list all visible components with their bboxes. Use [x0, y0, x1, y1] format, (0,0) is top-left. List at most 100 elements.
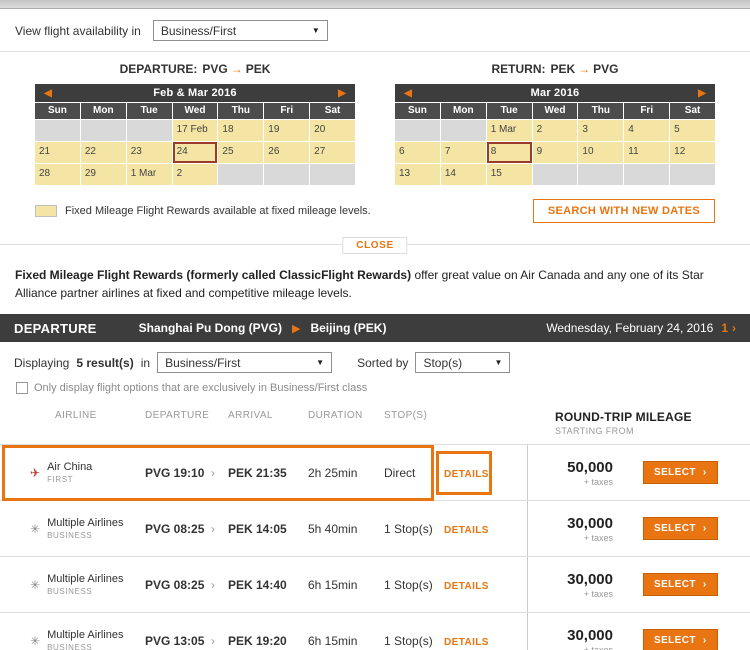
calendar-day-cell[interactable]: 3 — [578, 120, 623, 141]
route-arrow-icon: ▶ — [292, 322, 300, 335]
header-arrival: ARRIVAL — [228, 410, 308, 421]
select-button[interactable]: SELECT› — [643, 517, 718, 540]
airline-name: Multiple Airlines — [47, 517, 123, 529]
search-with-new-dates-button[interactable]: SEARCH WITH NEW DATES — [533, 199, 715, 223]
page-top-border — [0, 0, 750, 9]
select-button[interactable]: SELECT› — [643, 573, 718, 596]
header-mileage: ROUND-TRIP MILEAGE STARTING FROM — [527, 410, 692, 436]
departure-time: PVG 19:10 — [145, 466, 211, 480]
calendar-day-of-week: Thu — [218, 103, 263, 119]
calendar-legend: Fixed Mileage Flight Rewards available a… — [35, 205, 371, 217]
calendar-day-of-week: Sun — [35, 103, 80, 119]
stops-value: Direct — [384, 466, 444, 480]
calendar-day-cell[interactable]: 7 — [441, 142, 486, 163]
flight-duration: 6h 15min — [308, 578, 384, 592]
route-to-code: PEK — [246, 62, 271, 76]
calendar-day-cell[interactable]: 11 — [624, 142, 669, 163]
stops-value: 1 Stop(s) — [384, 522, 444, 536]
caret-down-icon: ▼ — [316, 358, 324, 367]
prev-month-arrow-icon[interactable]: ◀ — [395, 88, 421, 99]
calendar-day-of-week: Fri — [264, 103, 309, 119]
arrival-time: PEK 14:05 — [228, 522, 308, 536]
results-count: 5 result(s) — [76, 356, 133, 370]
availability-class-dropdown[interactable]: Business/First ▼ — [153, 20, 328, 41]
calendar-day-cell[interactable]: 27 — [310, 142, 355, 163]
calendar-day-cell[interactable]: 17 Feb — [173, 120, 218, 141]
details-link[interactable]: DETAILS — [444, 637, 489, 648]
calendar-day-cell — [310, 164, 355, 185]
calendar-day-cell[interactable]: 20 — [310, 120, 355, 141]
calendar-day-cell[interactable]: 6 — [395, 142, 440, 163]
airline-name-block: Multiple Airlines BUSINESS — [47, 573, 123, 596]
calendar-day-cell[interactable]: 1 Mar — [127, 164, 172, 185]
sorted-by-label: Sorted by — [357, 356, 408, 370]
exclusive-filter-checkbox[interactable] — [16, 382, 28, 394]
route-from-code: PVG — [202, 62, 227, 76]
select-button[interactable]: SELECT› — [643, 629, 718, 650]
calendar-day-cell[interactable]: 29 — [81, 164, 126, 185]
cabin-class-dropdown[interactable]: Business/First ▼ — [157, 352, 332, 373]
calendar-day-cell[interactable]: 28 — [35, 164, 80, 185]
next-month-arrow-icon[interactable]: ▶ — [689, 88, 715, 99]
calendar-day-of-week: Tue — [487, 103, 532, 119]
select-button[interactable]: SELECT› — [643, 461, 718, 484]
next-month-arrow-icon[interactable]: ▶ — [329, 88, 355, 99]
description-bold-text: Fixed Mileage Flight Rewards (formerly c… — [15, 268, 411, 282]
legend-text: Fixed Mileage Flight Rewards available a… — [65, 205, 371, 217]
displaying-label: Displaying — [14, 356, 69, 370]
calendar-day-cell[interactable]: 18 — [218, 120, 263, 141]
return-calendar-title: RETURN:PEK→PVG — [395, 62, 715, 76]
next-page-arrow-icon[interactable]: › — [732, 321, 736, 335]
departure-header-bar: DEPARTURE Shanghai Pu Dong (PVG) ▶ Beiji… — [0, 314, 750, 342]
calendar-day-cell[interactable]: 23 — [127, 142, 172, 163]
calendar-day-cell[interactable]: 2 — [173, 164, 218, 185]
calendar-day-cell[interactable]: 22 — [81, 142, 126, 163]
calendar-day-cell — [533, 164, 578, 185]
legend-swatch — [35, 205, 57, 217]
details-link[interactable]: DETAILS — [444, 525, 489, 536]
departure-time: PVG 08:25 — [145, 578, 211, 592]
in-label: in — [141, 356, 150, 370]
prev-month-arrow-icon[interactable]: ◀ — [35, 88, 61, 99]
stops-value: 1 Stop(s) — [384, 578, 444, 592]
calendar-day-cell[interactable]: 9 — [533, 142, 578, 163]
calendar-day-cell[interactable]: 26 — [264, 142, 309, 163]
calendar-day-cell — [441, 120, 486, 141]
stops-value: 1 Stop(s) — [384, 634, 444, 648]
calendar-day-cell[interactable]: 21 — [35, 142, 80, 163]
taxes-note: + taxes — [584, 533, 613, 543]
airline-name-block: Air China FIRST — [47, 461, 92, 484]
departure-label: DEPARTURE — [14, 321, 97, 336]
close-button[interactable]: CLOSE — [342, 237, 407, 254]
sort-dropdown[interactable]: Stop(s) ▼ — [415, 352, 510, 373]
calendar-day-of-week: Mon — [81, 103, 126, 119]
calendar-day-of-week: Sat — [670, 103, 715, 119]
flight-duration: 6h 15min — [308, 634, 384, 648]
calendar-day-cell[interactable]: 14 — [441, 164, 486, 185]
departure-calendar: DEPARTURE:PVG→PEK ◀ Feb & Mar 2016 ▶ Sun… — [35, 62, 355, 185]
star-alliance-icon: ✳ — [30, 522, 40, 536]
calendar-day-cell[interactable]: 4 — [624, 120, 669, 141]
calendar-day-cell[interactable]: 12 — [670, 142, 715, 163]
return-calendar: RETURN:PEK→PVG ◀ Mar 2016 ▶ SunMonTueWed… — [395, 62, 715, 185]
calendar-day-cell[interactable]: 5 — [670, 120, 715, 141]
calendar-day-cell[interactable]: 13 — [395, 164, 440, 185]
airline-name: Air China — [47, 461, 92, 473]
flight-row: ✳ Multiple Airlines BUSINESS PVG 08:25 ›… — [0, 557, 750, 613]
calendar-day-cell[interactable]: 25 — [218, 142, 263, 163]
calendar-day-of-week: Wed — [173, 103, 218, 119]
calendar-day-cell[interactable]: 2 — [533, 120, 578, 141]
details-link[interactable]: DETAILS — [444, 581, 489, 592]
details-link[interactable]: DETAILS — [444, 469, 489, 480]
calendar-day-cell[interactable]: 10 — [578, 142, 623, 163]
mileage-subheader: STARTING FROM — [555, 426, 692, 436]
header-airline: AIRLINE — [0, 410, 145, 421]
calendar-selected-date[interactable]: 24 — [173, 142, 218, 163]
calendar-day-of-week: Mon — [441, 103, 486, 119]
calendar-day-cell[interactable]: 19 — [264, 120, 309, 141]
calendar-selected-date[interactable]: 8 — [487, 142, 532, 163]
star-alliance-icon: ✳ — [30, 578, 40, 592]
calendar-day-cell[interactable]: 15 — [487, 164, 532, 185]
flight-rewards-page: View flight availability in Business/Fir… — [0, 0, 750, 650]
calendar-day-cell[interactable]: 1 Mar — [487, 120, 532, 141]
